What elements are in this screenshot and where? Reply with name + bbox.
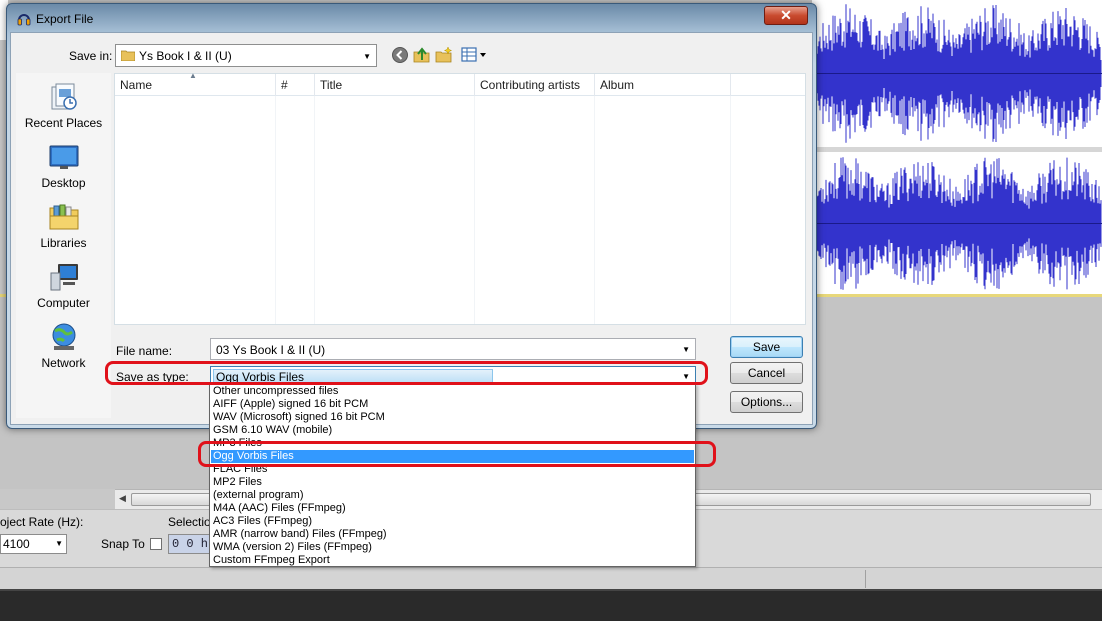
type-option-m4a[interactable]: M4A (AAC) Files (FFmpeg)	[211, 502, 694, 515]
place-desktop[interactable]: Desktop	[16, 141, 111, 190]
column-label: Name	[120, 78, 153, 92]
type-option-mp2[interactable]: MP2 Files	[211, 476, 694, 489]
selection-time-field[interactable]: 0 0 h	[168, 534, 212, 554]
computer-icon	[50, 264, 78, 291]
type-option-aiff[interactable]: AIFF (Apple) signed 16 bit PCM	[211, 398, 694, 411]
column-divider	[275, 96, 276, 324]
column-headers: Name ▲ # Title Contributing artists Albu…	[115, 71, 805, 96]
chevron-down-icon: ▼	[363, 52, 371, 61]
file-list[interactable]: Name ▲ # Title Contributing artists Albu…	[114, 71, 806, 325]
place-computer[interactable]: Computer	[16, 261, 111, 310]
views-menu-icon[interactable]	[461, 46, 489, 64]
type-option-ac3[interactable]: AC3 Files (FFmpeg)	[211, 515, 694, 528]
column-header-number[interactable]: #	[276, 74, 315, 96]
type-option-external-program[interactable]: (external program)	[211, 489, 694, 502]
place-libraries[interactable]: Libraries	[16, 201, 111, 250]
places-bar: Recent Places Desktop Libraries Computer…	[16, 73, 111, 418]
waveform-right	[812, 157, 1102, 290]
place-label: Recent Places	[24, 116, 103, 130]
chevron-down-icon: ▼	[55, 539, 63, 548]
project-rate-label: oject Rate (Hz):	[0, 515, 84, 529]
place-network[interactable]: Network	[16, 321, 111, 370]
network-icon	[52, 323, 75, 350]
scroll-left-icon[interactable]: ◀	[119, 493, 126, 504]
type-option-wav[interactable]: WAV (Microsoft) signed 16 bit PCM	[211, 411, 694, 424]
type-option-ogg-vorbis[interactable]: Ogg Vorbis Files	[211, 450, 694, 463]
selection-label: Selectio	[168, 515, 211, 529]
save-in-combo[interactable]: Ys Book I & II (U) ▼	[115, 44, 377, 67]
dialog-title: Export File	[36, 12, 94, 26]
save-as-type-label: Save as type:	[116, 370, 189, 384]
type-option-other-uncompressed[interactable]: Other uncompressed files	[211, 385, 694, 398]
new-folder-icon[interactable]	[435, 46, 453, 64]
close-button[interactable]: ✕	[764, 6, 808, 25]
save-in-value: Ys Book I & II (U)	[139, 49, 232, 63]
libraries-icon	[49, 204, 78, 230]
place-label: Network	[41, 356, 86, 370]
column-header-album[interactable]: Album	[595, 74, 731, 96]
place-label: Desktop	[41, 176, 86, 190]
export-file-dialog: Export File ✕ Save in: Ys Book I & II (U…	[6, 3, 817, 429]
place-label: Libraries	[40, 236, 87, 250]
options-button[interactable]: Options...	[730, 391, 803, 413]
cancel-button[interactable]: Cancel	[730, 362, 803, 384]
file-name-field[interactable]: 03 Ys Book I & II (U) ▼	[210, 338, 696, 360]
column-header-title[interactable]: Title	[315, 74, 475, 96]
audio-track-right-channel[interactable]	[812, 152, 1102, 295]
save-as-type-value: Ogg Vorbis Files	[216, 370, 305, 384]
headphones-icon	[17, 14, 31, 26]
folder-icon	[121, 50, 135, 61]
up-folder-icon[interactable]	[413, 46, 431, 64]
place-recent-places[interactable]: Recent Places	[16, 81, 111, 130]
project-rate-combo[interactable]: 4100 ▼	[0, 534, 67, 554]
sort-ascending-icon: ▲	[189, 71, 197, 80]
status-bar	[0, 567, 1102, 589]
save-in-label: Save in:	[69, 49, 113, 63]
save-button[interactable]: Save	[730, 336, 803, 358]
chevron-down-icon[interactable]: ▼	[682, 372, 690, 381]
chevron-down-icon[interactable]: ▼	[682, 345, 690, 354]
status-divider	[865, 570, 866, 588]
save-as-type-dropdown-list[interactable]: Other uncompressed files AIFF (Apple) si…	[209, 383, 696, 567]
column-header-name[interactable]: Name ▲	[115, 71, 276, 96]
project-rate-value: 4100	[3, 537, 30, 551]
column-header-contributing-artists[interactable]: Contributing artists	[475, 74, 595, 96]
snap-to-checkbox[interactable]	[150, 538, 162, 550]
column-divider	[474, 96, 475, 324]
column-divider	[594, 96, 595, 324]
desktop-icon	[49, 145, 78, 169]
waveform-left	[812, 4, 1102, 143]
type-option-flac[interactable]: FLAC Files	[211, 463, 694, 476]
type-option-gsm-wav[interactable]: GSM 6.10 WAV (mobile)	[211, 424, 694, 437]
type-option-wma[interactable]: WMA (version 2) Files (FFmpeg)	[211, 541, 694, 554]
taskbar	[0, 589, 1102, 621]
column-divider	[730, 96, 731, 324]
column-divider	[314, 96, 315, 324]
type-option-custom-ffmpeg[interactable]: Custom FFmpeg Export	[211, 554, 694, 567]
back-arrow-icon[interactable]	[391, 46, 409, 64]
dialog-body: Save in: Ys Book I & II (U) ▼ Recent Pla…	[10, 32, 813, 425]
snap-to-label: Snap To	[101, 537, 145, 551]
file-name-label: File name:	[116, 344, 173, 358]
file-name-value: 03 Ys Book I & II (U)	[216, 343, 326, 357]
type-option-amr[interactable]: AMR (narrow band) Files (FFmpeg)	[211, 528, 694, 541]
recent-places-icon	[51, 83, 77, 110]
place-label: Computer	[37, 296, 90, 310]
audio-track-left-channel[interactable]	[812, 0, 1102, 147]
type-option-mp3[interactable]: MP3 Files	[211, 437, 694, 450]
